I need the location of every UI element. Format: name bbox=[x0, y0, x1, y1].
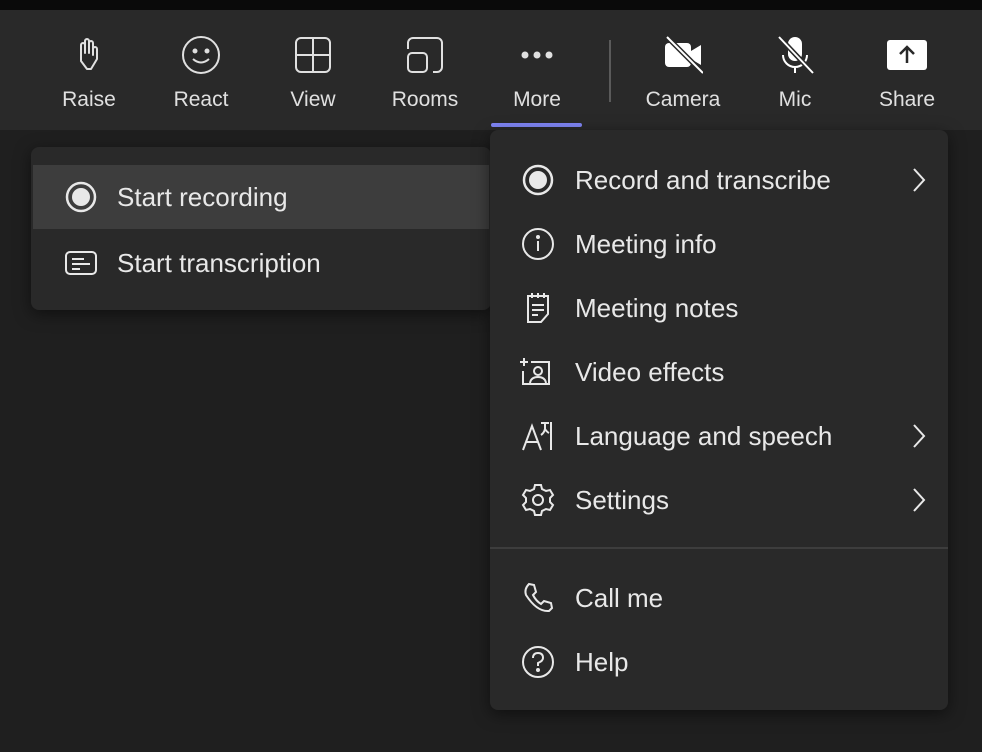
item-label: Language and speech bbox=[575, 420, 833, 451]
phone-icon bbox=[524, 582, 554, 613]
button-label: Share bbox=[878, 88, 936, 111]
raise-button[interactable]: Raise bbox=[39, 10, 139, 130]
window-top-bar bbox=[0, 0, 982, 10]
start-transcription-item[interactable]: Start transcription bbox=[31, 231, 491, 295]
item-label: Meeting notes bbox=[575, 292, 739, 323]
call-me-item[interactable]: Call me bbox=[490, 566, 948, 630]
item-label: Meeting info bbox=[575, 228, 717, 259]
mic-button[interactable]: Mic bbox=[745, 10, 845, 130]
record-transcribe-item[interactable]: Record and transcribe bbox=[490, 148, 948, 212]
language-speech-item[interactable]: Language and speech bbox=[490, 404, 948, 468]
item-label: Settings bbox=[575, 484, 669, 515]
record-icon bbox=[522, 164, 554, 196]
share-icon bbox=[887, 40, 927, 70]
language-icon bbox=[522, 422, 552, 451]
chevron-right-icon bbox=[913, 168, 926, 192]
help-icon bbox=[522, 646, 554, 678]
item-label: Record and transcribe bbox=[575, 164, 831, 195]
more-menu: Record and transcribe Meeting info Meeti… bbox=[490, 130, 948, 710]
partial-button[interactable]: e bbox=[0, 10, 28, 130]
menu-divider bbox=[490, 547, 948, 549]
hand-icon bbox=[80, 38, 98, 70]
chevron-right-icon bbox=[913, 424, 926, 448]
view-button[interactable]: View bbox=[263, 10, 363, 130]
rooms-icon bbox=[407, 37, 443, 73]
share-button[interactable]: Share bbox=[857, 10, 957, 130]
mic-off-icon bbox=[777, 35, 815, 75]
item-label: Call me bbox=[575, 582, 664, 613]
smiley-icon bbox=[182, 36, 220, 74]
video-effects-item[interactable]: Video effects bbox=[490, 340, 948, 404]
active-indicator bbox=[491, 123, 582, 127]
meeting-info-item[interactable]: Meeting info bbox=[490, 212, 948, 276]
transcript-icon bbox=[65, 251, 97, 275]
toolbar-divider bbox=[609, 40, 611, 102]
video-effects-icon bbox=[520, 358, 550, 385]
chevron-right-icon bbox=[913, 488, 926, 512]
more-button[interactable]: More bbox=[487, 10, 587, 130]
record-icon bbox=[65, 181, 97, 213]
camera-off-icon bbox=[665, 35, 703, 75]
camera-button[interactable]: Camera bbox=[633, 10, 733, 130]
meeting-toolbar: e Raise React View Rooms More Camera Mic… bbox=[0, 10, 982, 130]
react-button[interactable]: React bbox=[151, 10, 251, 130]
settings-item[interactable]: Settings bbox=[490, 468, 948, 532]
help-item[interactable]: Help bbox=[490, 630, 948, 694]
info-icon bbox=[522, 228, 554, 260]
rooms-button[interactable]: Rooms bbox=[375, 10, 475, 130]
item-label: Video effects bbox=[575, 356, 725, 387]
notes-icon bbox=[527, 293, 549, 323]
more-icon bbox=[521, 51, 553, 59]
record-submenu: Start recording Start transcription bbox=[31, 147, 491, 310]
meeting-notes-item[interactable]: Meeting notes bbox=[490, 276, 948, 340]
item-label: Start transcription bbox=[117, 247, 321, 278]
gear-icon bbox=[521, 484, 555, 516]
button-label: More bbox=[513, 88, 561, 111]
grid-icon bbox=[295, 37, 331, 73]
item-label: Start recording bbox=[117, 181, 288, 212]
item-label: Help bbox=[575, 646, 629, 677]
start-recording-item[interactable]: Start recording bbox=[33, 165, 489, 229]
